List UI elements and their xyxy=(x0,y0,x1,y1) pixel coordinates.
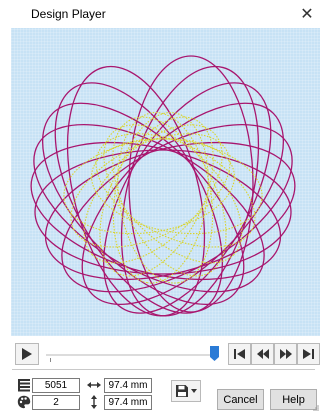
inner-thread-pattern xyxy=(63,112,263,284)
vertical-arrow-icon xyxy=(91,395,97,409)
progress-slider-thumb[interactable] xyxy=(209,346,219,361)
design-canvas xyxy=(11,28,320,336)
outer-thread-loop xyxy=(103,82,272,314)
embroidery-design xyxy=(30,55,296,317)
color-count-field: 2 xyxy=(32,395,80,410)
height-value: 97.4 mm xyxy=(108,397,148,408)
help-button[interactable]: Help xyxy=(270,389,317,410)
width-field: 97.4 mm xyxy=(104,378,152,393)
close-icon: ✕ xyxy=(300,6,314,23)
stitch-count-field: 5051 xyxy=(32,378,80,393)
help-button-label: Help xyxy=(282,393,305,406)
skip-to-start-icon xyxy=(234,349,245,359)
stitch-count-icon xyxy=(18,379,30,392)
color-count-value: 2 xyxy=(53,397,59,408)
skip-to-end-button[interactable] xyxy=(297,343,320,365)
stitch-count-value: 5051 xyxy=(44,380,68,391)
play-icon xyxy=(22,348,32,360)
height-field: 97.4 mm xyxy=(104,395,152,410)
outer-thread-loop xyxy=(54,82,223,314)
width-value: 97.4 mm xyxy=(108,380,148,391)
resize-grip-icon[interactable] xyxy=(311,403,319,411)
cancel-button-label: Cancel xyxy=(223,393,258,406)
horizontal-arrow-icon xyxy=(87,382,101,388)
save-button[interactable] xyxy=(171,380,201,402)
progress-tick xyxy=(50,358,51,362)
divider xyxy=(12,369,315,370)
rewind-icon xyxy=(256,349,269,359)
progress-track[interactable] xyxy=(46,354,214,356)
skip-to-end-icon xyxy=(303,349,314,359)
play-button[interactable] xyxy=(15,343,39,365)
step-back-button[interactable] xyxy=(251,343,274,365)
close-button[interactable]: ✕ xyxy=(293,0,321,28)
step-forward-button[interactable] xyxy=(274,343,297,365)
outer-thread-loop xyxy=(41,102,245,306)
chevron-down-icon xyxy=(190,389,197,393)
outer-thread-loop xyxy=(33,124,265,293)
outer-thread-loop xyxy=(44,141,296,281)
title-bar: Design Player ✕ xyxy=(0,0,321,28)
floppy-disk-icon xyxy=(175,385,188,397)
palette-icon xyxy=(17,395,31,409)
window-title: Design Player xyxy=(31,7,106,21)
fast-forward-icon xyxy=(279,349,292,359)
outer-thread-pattern xyxy=(30,55,296,317)
skip-to-start-button[interactable] xyxy=(228,343,251,365)
cancel-button[interactable]: Cancel xyxy=(217,389,264,410)
